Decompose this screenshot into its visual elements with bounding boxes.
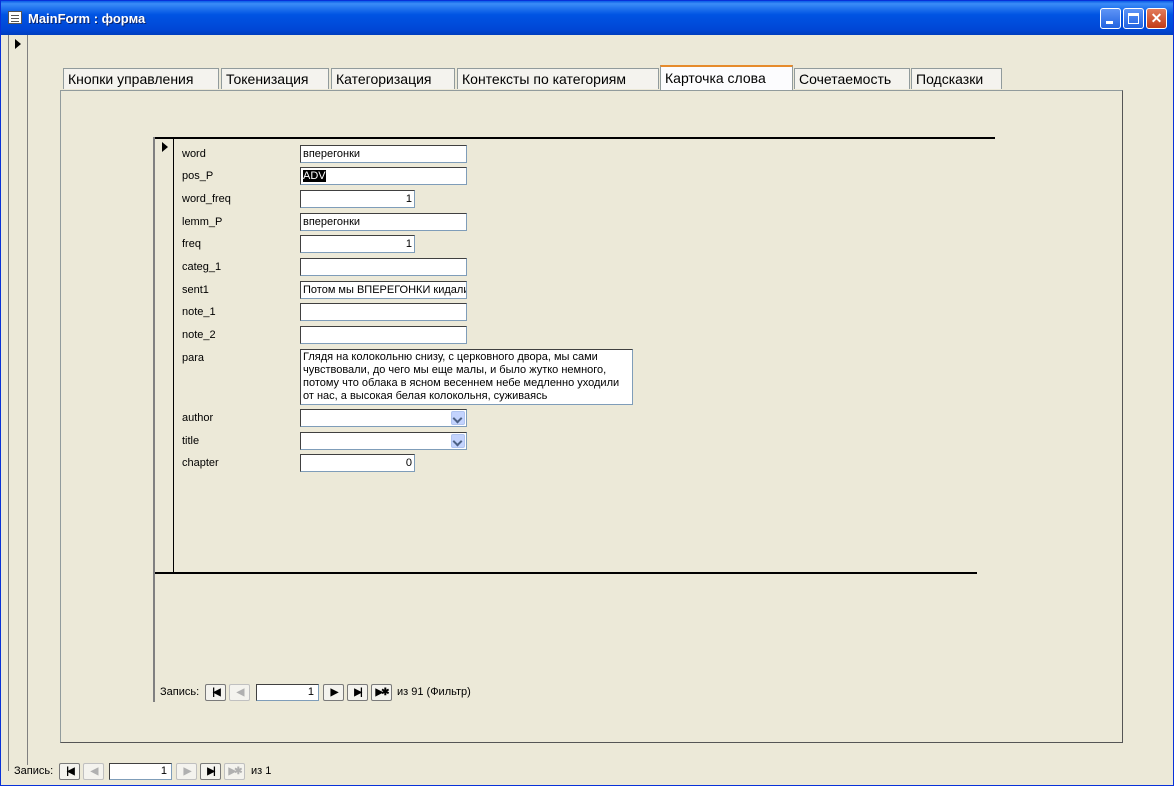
close-button[interactable]: ✕ <box>1146 8 1167 29</box>
word-card-subform <box>153 137 995 702</box>
freq-field[interactable]: 1 <box>300 235 415 253</box>
chevron-down-icon[interactable] <box>451 434 465 448</box>
label-author: author <box>182 412 214 424</box>
form-icon <box>8 11 22 24</box>
first-record-icon: |◀ <box>212 687 221 698</box>
paragraph-memo-field[interactable]: Глядя на колокольню снизу, с церковного … <box>300 349 633 405</box>
label-paragraph: para <box>182 352 205 364</box>
word-field[interactable]: вперегонки <box>300 145 467 163</box>
label-word: word <box>182 148 206 160</box>
label-category: categ_1 <box>182 261 222 273</box>
first-record-icon: |◀ <box>66 766 75 777</box>
main-next-record-button[interactable]: ▶ <box>176 763 197 780</box>
note-1-field[interactable] <box>300 303 467 321</box>
new-record-button[interactable]: ▶✱ <box>371 684 392 701</box>
label-freq: freq <box>182 238 201 250</box>
form-border <box>8 35 9 771</box>
main-previous-record-button[interactable]: ◀ <box>83 763 104 780</box>
label-chapter: chapter <box>182 457 219 469</box>
label-note-2: note_2 <box>182 329 216 341</box>
window-title: MainForm : форма <box>28 11 146 26</box>
title-bar[interactable]: MainForm : форма ✕ <box>1 1 1173 35</box>
note-2-field[interactable] <box>300 326 467 344</box>
close-icon: ✕ <box>1150 10 1163 26</box>
tab-contexts-by-category[interactable]: Контексты по категориям <box>457 68 659 89</box>
label-word-freq: word_freq <box>182 193 231 205</box>
previous-record-button[interactable]: ◀ <box>229 684 250 701</box>
tab-control-buttons[interactable]: Кнопки управления <box>63 68 219 89</box>
sentence-field[interactable]: Потом мы ВПЕРЕГОНКИ кидались <box>300 281 467 299</box>
minimize-icon <box>1106 21 1113 24</box>
main-last-record-button[interactable]: ▶| <box>200 763 221 780</box>
word-freq-field[interactable]: 1 <box>300 190 415 208</box>
access-form-window: MainForm : форма ✕ Кнопки управления Ток… <box>0 0 1174 786</box>
main-record-navigator: Запись: |◀ ◀ 1 ▶ ▶| ▶✱ из 1 <box>14 763 314 780</box>
category-field[interactable] <box>300 258 467 276</box>
chevron-down-icon[interactable] <box>451 411 465 425</box>
tab-collocation[interactable]: Сочетаемость <box>794 68 910 89</box>
last-record-icon: ▶| <box>207 766 216 777</box>
tab-hints[interactable]: Подсказки <box>911 68 1002 89</box>
main-record-count: из 1 <box>251 765 272 777</box>
label-note-1: note_1 <box>182 306 216 318</box>
next-record-icon: ▶ <box>183 766 192 777</box>
maximize-button[interactable] <box>1123 8 1144 29</box>
last-record-icon: ▶| <box>354 687 363 698</box>
subform-nav-label: Запись: <box>160 686 200 698</box>
main-new-record-button[interactable]: ▶✱ <box>224 763 245 780</box>
tab-tokenization[interactable]: Токенизация <box>221 68 329 89</box>
pos-field-selected-text: ADV <box>303 170 326 182</box>
previous-record-icon: ◀ <box>236 687 245 698</box>
last-record-button[interactable]: ▶| <box>347 684 368 701</box>
subform-record-count: из 91 (Фильтр) <box>397 686 471 698</box>
label-sentence: sent1 <box>182 284 209 296</box>
subform-current-record-arrow-icon <box>162 142 168 152</box>
pos-field[interactable]: ADV <box>300 167 467 185</box>
main-current-record-field[interactable]: 1 <box>109 763 172 780</box>
subform-record-navigator: Запись: |◀ ◀ 1 ▶ ▶| ▶✱ из 91 (Фильтр) <box>160 684 490 701</box>
new-record-icon: ▶✱ <box>228 766 242 777</box>
subform-top-border <box>153 137 995 139</box>
author-combo[interactable] <box>300 409 467 427</box>
main-nav-label: Запись: <box>14 765 54 777</box>
chapter-field[interactable]: 0 <box>300 454 415 472</box>
label-title: title <box>182 435 200 447</box>
next-record-button[interactable]: ▶ <box>323 684 344 701</box>
title-combo[interactable] <box>300 432 467 450</box>
current-record-arrow-icon <box>15 39 21 49</box>
first-record-button[interactable]: |◀ <box>205 684 226 701</box>
minimize-button[interactable] <box>1100 8 1121 29</box>
subform-detail-border <box>155 572 977 574</box>
label-lemma: lemm_P <box>182 216 223 228</box>
previous-record-icon: ◀ <box>90 766 99 777</box>
tab-categorization[interactable]: Категоризация <box>331 68 455 89</box>
next-record-icon: ▶ <box>330 687 339 698</box>
record-selector[interactable] <box>10 35 28 765</box>
main-first-record-button[interactable]: |◀ <box>59 763 80 780</box>
maximize-icon <box>1128 13 1139 24</box>
label-pos: pos_P <box>182 170 214 182</box>
tab-word-card[interactable]: Карточка слова <box>660 65 793 90</box>
lemma-field[interactable]: вперегонки <box>300 213 467 231</box>
subform-record-selector[interactable] <box>155 139 174 573</box>
new-record-icon: ▶✱ <box>375 687 389 698</box>
subform-current-record-field[interactable]: 1 <box>256 684 319 701</box>
